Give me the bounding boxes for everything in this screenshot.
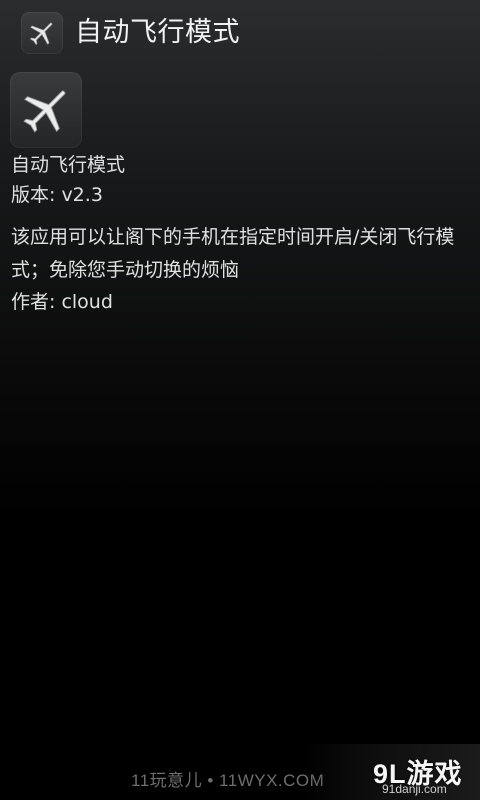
app-icon[interactable] bbox=[21, 12, 63, 54]
version-text: 版本: v2.3 bbox=[11, 184, 103, 206]
app-name: 自动飞行模式 bbox=[11, 154, 126, 176]
about-screen: 自动飞行模式 自动飞行模式 版本: v2.3 该应用可以让阁下的手机在指定时间开… bbox=[0, 0, 480, 800]
app-title: 自动飞行模式 bbox=[75, 17, 240, 48]
description-text: 该应用可以让阁下的手机在指定时间开启/关闭飞行模式；免除您手动切换的烦恼 bbox=[11, 226, 455, 281]
airplane-icon bbox=[29, 22, 53, 46]
watermark-url: 91danji.com bbox=[382, 782, 447, 796]
watermark-left: 11玩意儿 • 11WYX.COM bbox=[131, 771, 325, 790]
author-text: 作者: cloud bbox=[11, 291, 113, 313]
airplane-icon bbox=[23, 90, 66, 133]
app-icon-large bbox=[10, 72, 82, 148]
title-bar: 自动飞行模式 bbox=[0, 0, 480, 66]
